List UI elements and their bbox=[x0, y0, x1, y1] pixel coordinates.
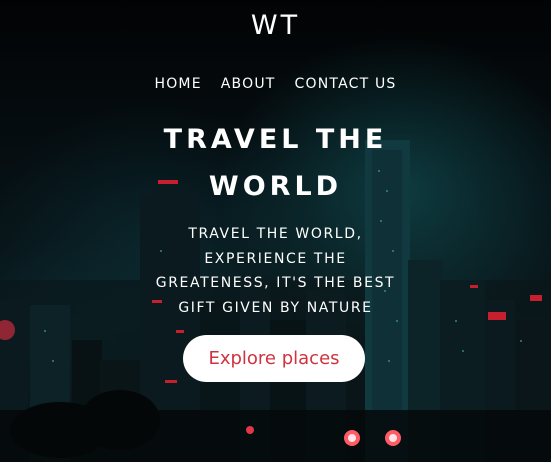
nav-item-about[interactable]: ABOUT bbox=[221, 76, 276, 92]
hero-tagline-line: GREATENESS, IT'S THE BEST bbox=[155, 275, 396, 291]
brand-logo[interactable]: WT bbox=[0, 10, 551, 41]
hero-headline: TRAVEL THE WORLD bbox=[0, 116, 551, 210]
hero-section: WT HOME ABOUT CONTACT US TRAVEL THE WORL… bbox=[0, 0, 551, 462]
nav-item-home[interactable]: HOME bbox=[154, 76, 201, 92]
hero-tagline-line: EXPERIENCE THE bbox=[204, 250, 347, 267]
main-nav: HOME ABOUT CONTACT US bbox=[0, 76, 551, 92]
hero-tagline-line: GIFT GIVEN BY NATURE bbox=[178, 299, 373, 316]
hero-headline-line: TRAVEL THE bbox=[163, 124, 388, 155]
explore-places-button[interactable]: Explore places bbox=[183, 335, 365, 382]
nav-item-contact-us[interactable]: CONTACT US bbox=[295, 76, 397, 92]
hero-tagline-line: TRAVEL THE WORLD, bbox=[188, 226, 363, 242]
hero-tagline: TRAVEL THE WORLD, EXPERIENCE THE GREATEN… bbox=[0, 222, 551, 320]
hero-headline-line: WORLD bbox=[208, 171, 343, 202]
